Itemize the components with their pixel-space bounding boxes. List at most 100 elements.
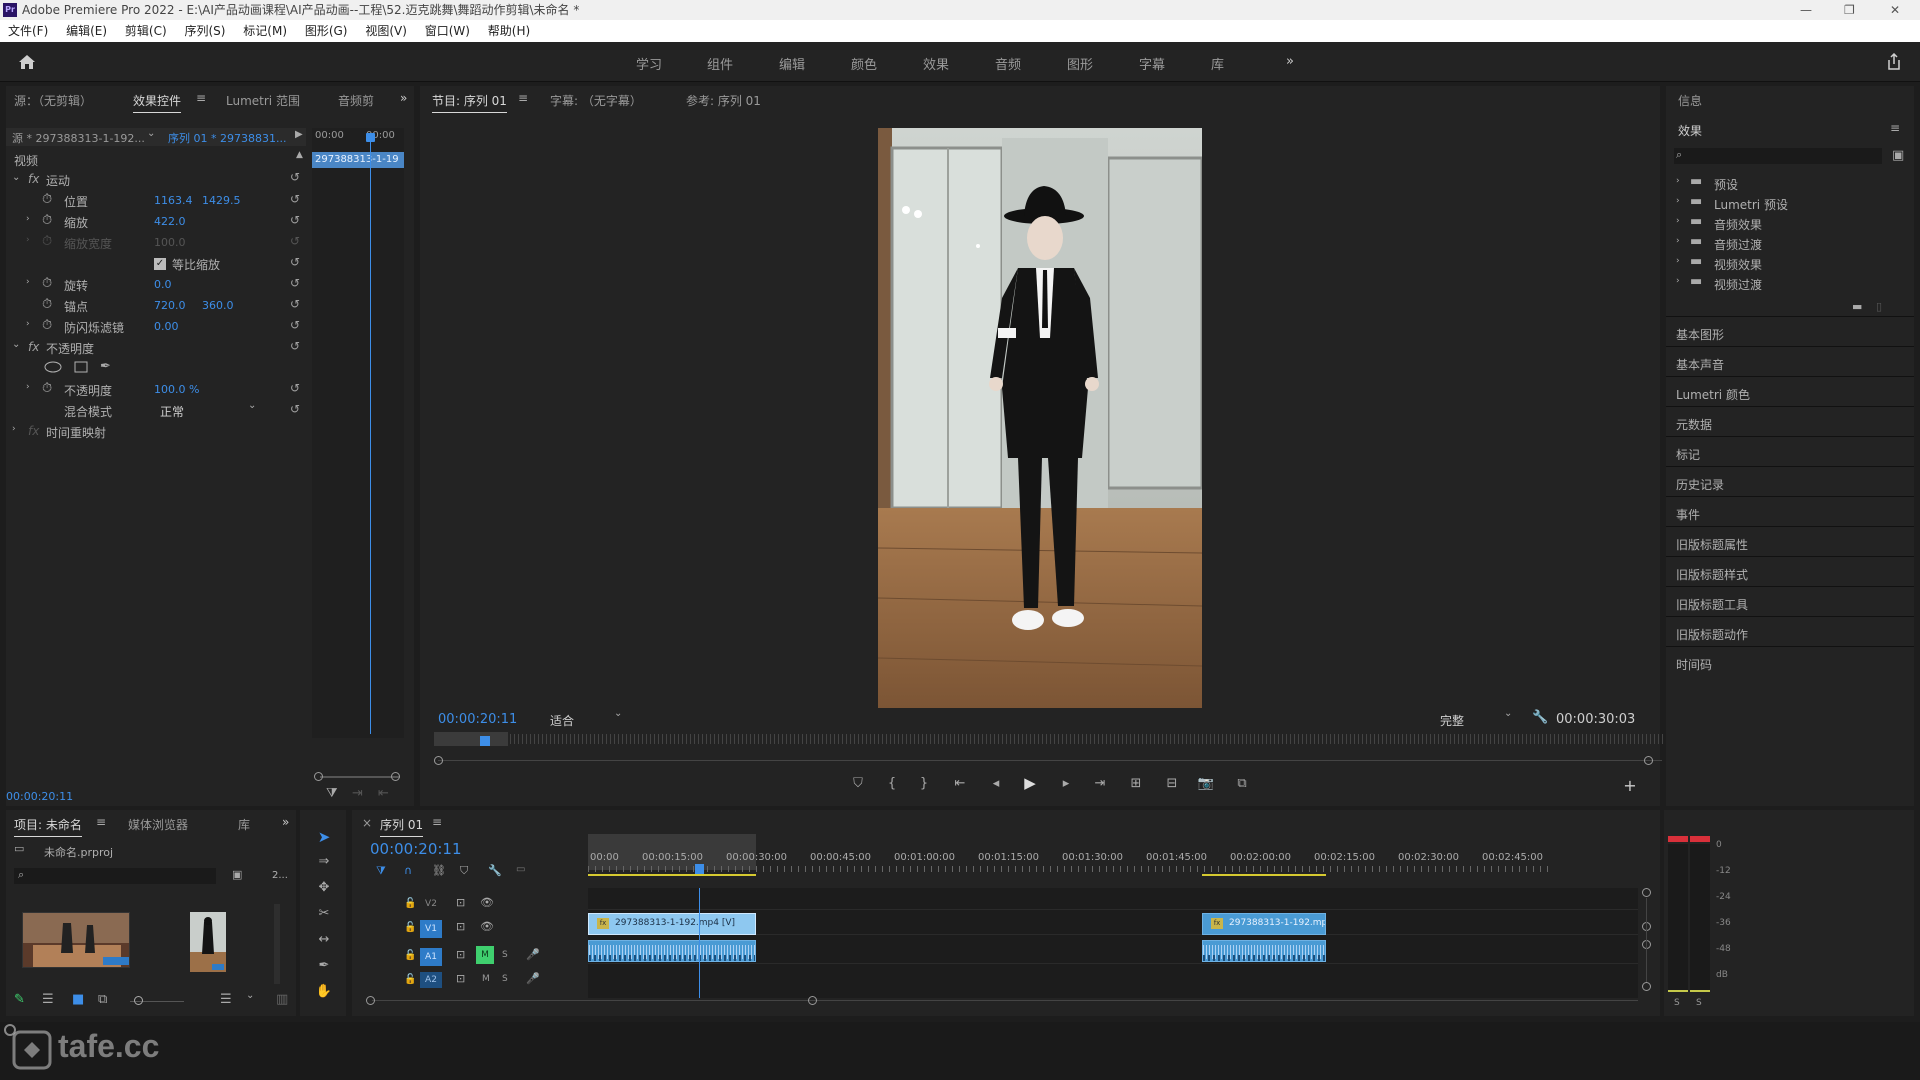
chevron-down-icon[interactable]: ⌄ bbox=[614, 708, 622, 719]
video-clip[interactable]: fx 297388313-1-192.mp4 bbox=[1202, 913, 1326, 935]
program-mini-ruler[interactable] bbox=[438, 734, 1664, 744]
restore-button[interactable]: ❐ bbox=[1844, 0, 1855, 20]
panel-lumetri-color[interactable]: Lumetri 颜色 bbox=[1676, 386, 1750, 403]
rotation-value[interactable]: 0.0 bbox=[154, 278, 172, 291]
expand-arrow-icon[interactable]: › bbox=[26, 277, 30, 287]
chevron-down-icon[interactable]: ⌄ bbox=[147, 128, 155, 139]
menu-clip[interactable]: 剪辑(C) bbox=[125, 24, 167, 38]
share-icon[interactable] bbox=[1886, 53, 1902, 70]
menu-edit[interactable]: 编辑(E) bbox=[66, 24, 107, 38]
sync-lock-icon[interactable]: ⊡ bbox=[456, 972, 465, 985]
tab-info[interactable]: 信息 bbox=[1678, 92, 1702, 109]
microphone-icon[interactable]: 🎤 bbox=[526, 972, 540, 985]
workspace-assembly[interactable]: 组件 bbox=[707, 54, 733, 73]
reset-icon[interactable]: ↺ bbox=[290, 318, 300, 332]
tree-item-lumetri-presets[interactable]: Lumetri 预设 bbox=[1714, 196, 1788, 213]
workspace-graphics[interactable]: 图形 bbox=[1067, 54, 1093, 73]
zoom-fit-select[interactable]: 适合 bbox=[550, 712, 574, 729]
expand-arrow-icon[interactable]: › bbox=[26, 382, 30, 392]
expand-arrow-icon[interactable]: › bbox=[12, 424, 16, 434]
linked-selection-icon[interactable]: ⛓ bbox=[432, 864, 446, 877]
sync-lock-icon[interactable]: ⊡ bbox=[456, 948, 465, 961]
workspace-effects[interactable]: 效果 bbox=[923, 54, 949, 73]
solo-left-button[interactable]: S bbox=[1674, 998, 1680, 1008]
stopwatch-icon[interactable]: ⏱ bbox=[42, 381, 52, 396]
mark-in-icon[interactable]: { bbox=[882, 776, 902, 794]
chevron-down-icon[interactable]: ⌄ bbox=[1504, 708, 1512, 719]
uniform-scale-checkbox[interactable]: ✓ bbox=[154, 258, 166, 270]
mute-button-a1[interactable]: M bbox=[476, 946, 494, 964]
panel-events[interactable]: 事件 bbox=[1676, 506, 1700, 523]
list-view-icon[interactable]: ☰ bbox=[42, 992, 54, 1007]
reset-icon[interactable]: ↺ bbox=[290, 192, 300, 206]
stopwatch-icon[interactable]: ⏱ bbox=[42, 318, 52, 333]
tab-reference[interactable]: 参考: 序列 01 bbox=[686, 92, 761, 109]
new-bin-from-search-icon[interactable]: ▣ bbox=[232, 868, 242, 881]
tab-media-browser[interactable]: 媒体浏览器 bbox=[128, 816, 188, 833]
scroll-handle-right[interactable] bbox=[1644, 756, 1653, 765]
panel-menu-icon[interactable]: ≡ bbox=[518, 91, 528, 105]
fx-badge[interactable]: fx bbox=[28, 340, 39, 354]
expand-arrow-icon[interactable]: › bbox=[1676, 236, 1680, 246]
blend-mode-select[interactable]: 正常 bbox=[160, 403, 184, 420]
tabs-overflow-button[interactable]: » bbox=[282, 815, 289, 829]
peak-indicator-left[interactable] bbox=[1668, 836, 1688, 842]
solo-button-a2[interactable]: S bbox=[502, 974, 508, 984]
reset-icon[interactable]: ↺ bbox=[290, 402, 300, 416]
add-marker-icon[interactable]: ⛉ bbox=[848, 776, 868, 794]
eye-icon[interactable]: 👁 bbox=[480, 920, 494, 933]
panel-essential-sound[interactable]: 基本声音 bbox=[1676, 356, 1724, 373]
expand-arrow-icon[interactable]: › bbox=[1676, 276, 1680, 286]
expand-arrow-icon[interactable]: › bbox=[1676, 216, 1680, 226]
workspace-learn[interactable]: 学习 bbox=[636, 54, 662, 73]
playback-resolution-select[interactable]: 完整 bbox=[1440, 712, 1464, 729]
step-back-icon[interactable]: ◂ bbox=[986, 776, 1006, 794]
add-marker-icon[interactable]: ⛉ bbox=[460, 864, 468, 878]
project-scrollbar[interactable] bbox=[274, 904, 280, 984]
eye-icon[interactable]: 👁 bbox=[480, 896, 494, 909]
mini-timeline[interactable] bbox=[312, 128, 404, 738]
source-clip-selector[interactable]: 源 * 297388313-1-192... bbox=[12, 130, 145, 146]
peak-indicator-right[interactable] bbox=[1690, 836, 1710, 842]
chevron-down-icon[interactable]: ⌄ bbox=[248, 400, 256, 411]
tab-lumetri-scopes[interactable]: Lumetri 范围 bbox=[226, 92, 300, 109]
fx-badge[interactable]: fx bbox=[28, 172, 39, 186]
expand-arrow-icon[interactable]: › bbox=[26, 319, 30, 329]
tree-item-audio-transitions[interactable]: 音频过渡 bbox=[1714, 236, 1762, 253]
playhead-handle[interactable] bbox=[695, 864, 704, 874]
freeform-view-icon[interactable]: ⧉ bbox=[98, 992, 107, 1007]
menu-graphics[interactable]: 图形(G) bbox=[305, 24, 348, 38]
new-folder-icon[interactable]: ▬ bbox=[1852, 300, 1862, 313]
pen-tool-icon[interactable]: ✒ bbox=[314, 958, 334, 976]
panel-menu-icon[interactable]: ≡ bbox=[1890, 121, 1900, 135]
panel-markers[interactable]: 标记 bbox=[1676, 446, 1700, 463]
effects-search-input[interactable] bbox=[1674, 148, 1882, 164]
nest-icon[interactable]: ⧩ bbox=[376, 864, 386, 878]
lock-icon[interactable]: 🔓 bbox=[404, 974, 416, 985]
zoom-handle-right[interactable] bbox=[391, 772, 400, 781]
audio-clip[interactable] bbox=[588, 940, 756, 962]
tree-item-video-effects[interactable]: 视频效果 bbox=[1714, 256, 1762, 273]
ripple-edit-tool-icon[interactable]: ✥ bbox=[314, 880, 334, 898]
button-editor-icon[interactable]: + bbox=[1620, 776, 1640, 795]
go-to-in-icon[interactable]: ⇤ bbox=[950, 776, 970, 794]
sync-lock-icon[interactable]: ⊡ bbox=[456, 896, 465, 909]
horizontal-zoom-scrollbar[interactable] bbox=[372, 1000, 1638, 1001]
vertical-scroll-handle[interactable] bbox=[1642, 888, 1651, 897]
menu-window[interactable]: 窗口(W) bbox=[425, 24, 470, 38]
lock-icon[interactable]: 🔓 bbox=[404, 950, 416, 961]
tab-effect-controls[interactable]: 效果控件 bbox=[133, 92, 182, 113]
step-forward-icon[interactable]: ▸ bbox=[1056, 776, 1076, 794]
expand-arrow-icon[interactable]: › bbox=[1676, 256, 1680, 266]
solo-right-button[interactable]: S bbox=[1696, 998, 1702, 1008]
workspace-more[interactable]: » bbox=[1286, 54, 1294, 69]
tab-captions[interactable]: 字幕: （无字幕） bbox=[550, 92, 642, 109]
storyboard-icon[interactable]: ▥ bbox=[276, 992, 288, 1007]
selection-tool-icon[interactable]: ➤ bbox=[314, 828, 334, 846]
chevron-down-icon[interactable]: ⌄ bbox=[246, 990, 254, 1001]
captions-icon[interactable]: ▭ bbox=[516, 864, 525, 875]
program-scroll-track[interactable] bbox=[438, 760, 1662, 761]
stopwatch-icon[interactable]: ⏱ bbox=[42, 192, 52, 207]
play-only-clip-icon[interactable]: ▶ bbox=[295, 129, 303, 140]
expand-motion-icon[interactable]: ⌄ bbox=[12, 172, 20, 183]
